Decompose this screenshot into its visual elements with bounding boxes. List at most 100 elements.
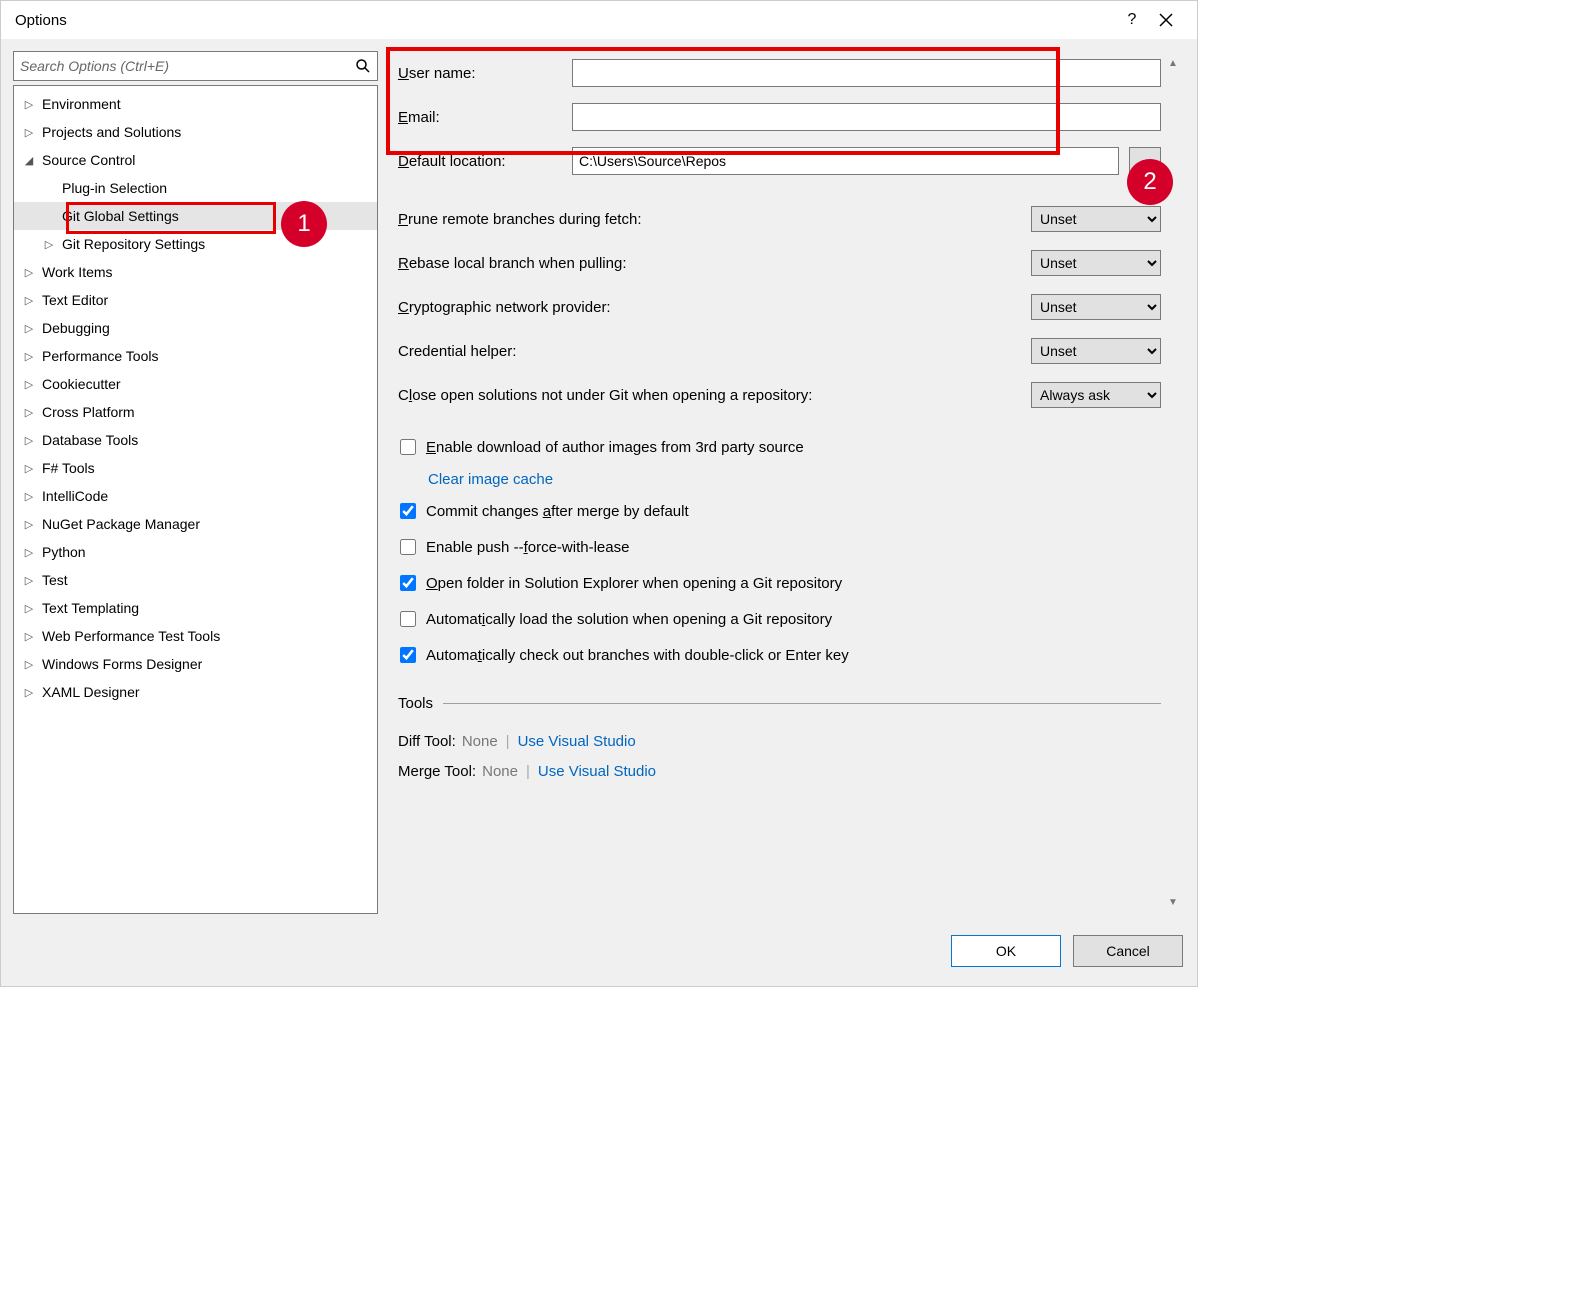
tree-item-label: Performance Tools <box>42 348 158 364</box>
close-label: Close open solutions not under Git when … <box>398 387 812 404</box>
dialog-footer: OK Cancel <box>1 926 1197 986</box>
close-select[interactable]: Always ask <box>1031 382 1161 408</box>
help-button[interactable]: ? <box>1115 3 1149 37</box>
tree-item-label: Text Templating <box>42 600 139 616</box>
tree-item-text-editor[interactable]: ▷Text Editor <box>14 286 377 314</box>
cred-label: Credential helper: <box>398 343 516 360</box>
merge-tool-use-vs-link[interactable]: Use Visual Studio <box>538 763 656 780</box>
force-lease-checkbox[interactable] <box>400 539 416 555</box>
tree-item-projects-and-solutions[interactable]: ▷ Projects and Solutions <box>14 118 377 146</box>
tree-item-debugging[interactable]: ▷Debugging <box>14 314 377 342</box>
tree-item-label: Cookiecutter <box>42 376 121 392</box>
auto-checkout-checkbox[interactable] <box>400 647 416 663</box>
tree-item-test[interactable]: ▷ Test <box>14 566 377 594</box>
commit-merge-checkbox[interactable] <box>400 503 416 519</box>
caret-right-icon: ▷ <box>22 489 36 503</box>
tree-item-label: Python <box>42 544 86 560</box>
caret-right-icon: ▷ <box>22 517 36 531</box>
tree-item-label: Work Items <box>42 264 113 280</box>
cancel-button[interactable]: Cancel <box>1073 935 1183 967</box>
rebase-label: Rebase local branch when pulling: <box>398 255 627 272</box>
options-dialog: Options ? ▷Environment▷Projects and Solu… <box>0 0 1198 987</box>
browse-button[interactable]: ... <box>1129 147 1161 175</box>
tree-item-label: Web Performance Test Tools <box>42 628 220 644</box>
caret-right-icon: ▷ <box>22 97 36 111</box>
caret-right-icon: ▷ <box>22 377 36 391</box>
caret-right-icon: ▷ <box>22 545 36 559</box>
options-tree[interactable]: ▷ Environment ▷ Projects and Solutions ◢Sour… <box>13 85 378 914</box>
crypto-select[interactable]: Unset <box>1031 294 1161 320</box>
tools-section-header: Tools <box>398 695 1161 712</box>
tree-item-label: Projects and Solutions <box>42 124 181 140</box>
tree-item-plug-in-selection[interactable]: Plug-in Selection <box>14 174 377 202</box>
auto-checkout-label: Automatically check out branches with do… <box>426 647 849 664</box>
auto-load-label: Automatically load the solution when ope… <box>426 611 832 628</box>
tree-item-windows-forms-designer[interactable]: ▷Windows Forms Designer <box>14 650 377 678</box>
diff-tool-use-vs-link[interactable]: Use Visual Studio <box>518 733 636 750</box>
commit-merge-row: Commit changes after merge by default <box>398 493 1161 529</box>
search-input[interactable] <box>20 58 355 74</box>
email-row: Email: <box>398 95 1161 139</box>
tree-item-label: Windows Forms Designer <box>42 656 202 672</box>
tree-item-work-items[interactable]: ▷Work Items <box>14 258 377 286</box>
email-input[interactable] <box>572 103 1161 131</box>
tree-item-nuget-package-manager[interactable]: ▷ NuGet Package Manager <box>14 510 377 538</box>
tree-item-label: Git Repository Settings <box>62 236 205 252</box>
crypto-label: Cryptographic network provider: <box>398 299 611 316</box>
tree-item-label: F# Tools <box>42 460 95 476</box>
clear-cache-link[interactable]: Clear image cache <box>428 471 553 488</box>
tree-item-label: Source Control <box>42 152 135 168</box>
cred-row: Credential helper: Unset <box>398 329 1161 373</box>
tree-item-text-templating[interactable]: ▷Text Templating <box>14 594 377 622</box>
caret-right-icon: ▷ <box>42 237 56 251</box>
tree-item-label: NuGet Package Manager <box>42 516 200 532</box>
tree-item-database-tools[interactable]: ▷Database Tools <box>14 426 377 454</box>
merge-tool-label: Merge Tool: <box>398 763 476 780</box>
tree-item-xaml-designer[interactable]: ▷XAML Designer <box>14 678 377 706</box>
user-name-input[interactable] <box>572 59 1161 87</box>
diff-tool-label: Diff Tool: <box>398 733 456 750</box>
tree-item-label: IntelliCode <box>42 488 108 504</box>
tree-item-label: Environment <box>42 96 121 112</box>
open-folder-checkbox[interactable] <box>400 575 416 591</box>
default-location-input[interactable] <box>572 147 1119 175</box>
caret-right-icon: ▷ <box>22 461 36 475</box>
caret-right-icon: ▷ <box>22 321 36 335</box>
prune-select[interactable]: Unset <box>1031 206 1161 232</box>
close-button[interactable] <box>1149 3 1183 37</box>
caret-right-icon: ▷ <box>22 573 36 587</box>
dialog-body: ▷ Environment ▷ Projects and Solutions ◢Sour… <box>1 39 1197 926</box>
caret-right-icon: ▷ <box>22 685 36 699</box>
tree-item-git-repository-settings[interactable]: ▷ Git Repository Settings <box>14 230 377 258</box>
tree-item-environment[interactable]: ▷ Environment <box>14 90 377 118</box>
enable-download-label: Enable download of author images from 3r… <box>426 439 804 456</box>
email-label: Email: <box>398 109 562 126</box>
tree-item-cookiecutter[interactable]: ▷ Cookiecutter <box>14 370 377 398</box>
search-icon <box>355 58 371 74</box>
tree-item-python[interactable]: ▷ Python <box>14 538 377 566</box>
search-box[interactable] <box>13 51 378 81</box>
rebase-select[interactable]: Unset <box>1031 250 1161 276</box>
tree-item-cross-platform[interactable]: ▷Cross Platform <box>14 398 377 426</box>
caret-right-icon: ▷ <box>22 125 36 139</box>
cred-select[interactable]: Unset <box>1031 338 1161 364</box>
settings-panel: User name: Email: Default location: ... … <box>390 51 1161 914</box>
tree-item-source-control[interactable]: ◢Source Control <box>14 146 377 174</box>
scroll-up-button[interactable]: ▲ <box>1165 55 1181 71</box>
tree-item-web-performance-test-tools[interactable]: ▷Web Performance Test Tools <box>14 622 377 650</box>
tree-item-performance-tools[interactable]: ▷Performance Tools <box>14 342 377 370</box>
tree-item-git-global-settings[interactable]: Git Global Settings <box>14 202 377 230</box>
tree-item-label: Test <box>42 572 68 588</box>
diff-tool-row: Diff Tool: None | Use Visual Studio <box>398 726 1161 756</box>
force-lease-row: Enable push --force-with-lease <box>398 529 1161 565</box>
auto-load-row: Automatically load the solution when ope… <box>398 601 1161 637</box>
auto-load-checkbox[interactable] <box>400 611 416 627</box>
open-folder-row: Open folder in Solution Explorer when op… <box>398 565 1161 601</box>
caret-right-icon: ▷ <box>22 405 36 419</box>
prune-row: Prune remote branches during fetch: Unse… <box>398 197 1161 241</box>
enable-download-checkbox[interactable] <box>400 439 416 455</box>
tree-item-f-tools[interactable]: ▷ F# Tools <box>14 454 377 482</box>
ok-button[interactable]: OK <box>951 935 1061 967</box>
scroll-down-button[interactable]: ▼ <box>1165 894 1181 910</box>
tree-item-intellicode[interactable]: ▷ IntelliCode <box>14 482 377 510</box>
